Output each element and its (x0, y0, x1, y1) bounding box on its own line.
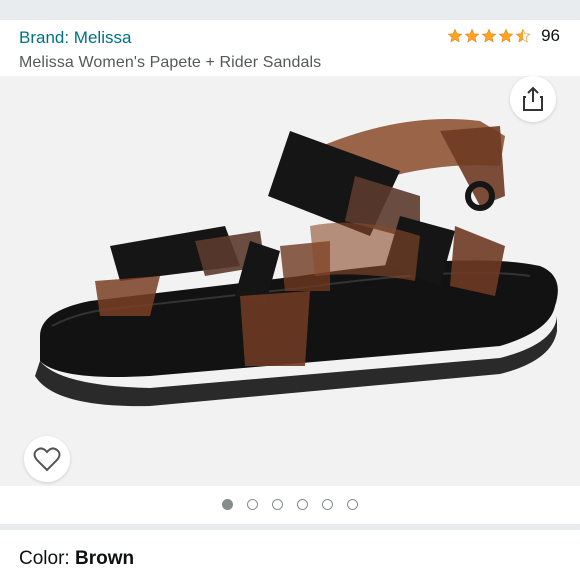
section-divider (0, 524, 580, 530)
half-star-icon (515, 28, 531, 43)
rating-count[interactable]: 96 (541, 26, 560, 46)
carousel-dot[interactable] (347, 498, 358, 510)
heart-icon (33, 447, 61, 472)
color-value: Brown (74, 548, 135, 569)
top-separator-bar (0, 0, 580, 20)
brand-link[interactable]: Brand: Melissa (19, 28, 131, 48)
product-title: Melissa Women's Papete + Rider Sandals (19, 54, 322, 71)
image-carousel-dots (0, 496, 580, 512)
carousel-dot[interactable] (247, 498, 258, 510)
star-icon (498, 28, 514, 43)
share-button[interactable] (510, 76, 556, 122)
star-icon (447, 28, 463, 43)
carousel-dot[interactable] (322, 498, 333, 510)
carousel-dot[interactable] (272, 498, 283, 510)
rating-summary[interactable]: 96 (447, 26, 560, 46)
brand-row: Brand: Melissa 96 (0, 20, 580, 56)
product-image[interactable] (0, 76, 580, 486)
favorite-button[interactable] (24, 436, 70, 482)
color-label: Color: (19, 548, 75, 569)
star-icon (481, 28, 497, 43)
carousel-dot[interactable] (297, 498, 308, 510)
share-icon (523, 86, 543, 111)
color-selection-label: Color: Brown (19, 548, 134, 570)
star-icon (464, 28, 480, 43)
star-rating (447, 28, 532, 44)
carousel-dot[interactable] (222, 498, 233, 510)
